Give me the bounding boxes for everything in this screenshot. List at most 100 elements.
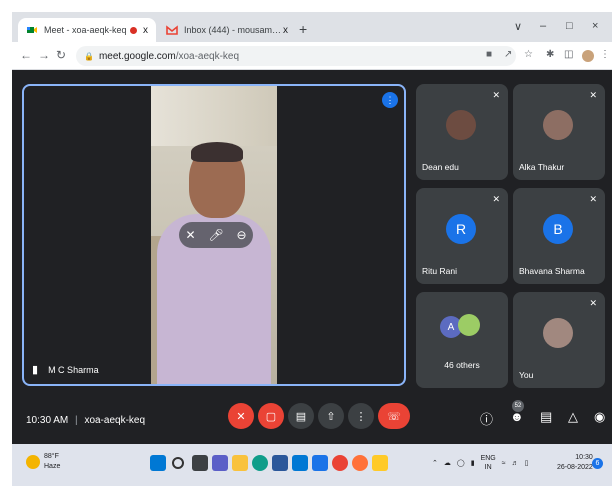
meeting-details-icon[interactable]: ⓘ <box>480 409 493 428</box>
tab-meet[interactable]: Meet - xoa-aeqk-keq x <box>18 18 156 42</box>
mute-participant-icon[interactable]: ✕ <box>185 228 195 242</box>
search-icon[interactable] <box>172 457 184 469</box>
forward-icon[interactable]: → <box>38 48 50 62</box>
wifi-icon[interactable]: ≈ <box>502 460 506 467</box>
mic-icon[interactable]: 🎤︎ <box>208 228 223 242</box>
browser-toolbar: ← → ↻ 🔒 meet.google.com/xoa-aeqk-keq ■ ↗… <box>12 42 612 70</box>
clock-time: 10:30 <box>575 454 593 461</box>
meeting-code: xoa-aeqk-keq <box>84 415 146 426</box>
others-tile[interactable]: A 46 others <box>416 292 508 388</box>
extensions-icon[interactable]: ✱ <box>546 49 554 60</box>
muted-icon: ✕ <box>492 194 500 204</box>
end-call-button[interactable]: ☏ <box>378 403 410 429</box>
weather-icon <box>26 455 40 469</box>
gmail-favicon-icon <box>166 25 178 35</box>
muted-icon: ✕ <box>589 194 597 204</box>
avatar <box>543 318 573 348</box>
edge-icon[interactable] <box>252 455 268 471</box>
battery-icon[interactable]: ▯ <box>525 459 529 467</box>
participant-name: Alka Thakur <box>519 162 565 172</box>
tab-title: Meet - xoa-aeqk-keq <box>44 25 127 35</box>
main-speaker-tile[interactable]: ✕ 🎤︎ ⊖ ⋮ ▮ M C Sharma <box>22 84 406 386</box>
muted-icon: ✕ <box>492 90 500 100</box>
mic-tray-icon[interactable]: ▮ <box>471 459 475 467</box>
tile-hover-controls: ✕ 🎤︎ ⊖ <box>179 222 253 248</box>
language-indicator[interactable]: ENG IN <box>481 454 496 472</box>
mail-icon[interactable] <box>292 455 308 471</box>
lang-top: ENG <box>480 455 496 462</box>
file-explorer-icon[interactable] <box>232 455 248 471</box>
task-view-icon[interactable] <box>192 455 208 471</box>
speaker-label: ▮ M C Sharma <box>32 363 99 376</box>
url-host: meet.google.com <box>98 50 176 62</box>
weather-temp: 88°F <box>44 453 59 460</box>
tab-gmail[interactable]: Inbox (444) - mousamiinbox@gm x <box>158 18 296 42</box>
url-path: /xoa-aeqk-keq <box>175 50 240 62</box>
speaking-indicator-icon: ⋮ <box>382 92 398 108</box>
reload-icon[interactable]: ↻ <box>56 48 66 62</box>
meeting-info: 10:30 AM | xoa-aeqk-keq <box>26 415 145 426</box>
tab-search-icon[interactable]: ∨ <box>514 20 522 33</box>
captions-button[interactable]: ▤ <box>288 403 314 429</box>
activities-icon[interactable]: △ <box>568 409 578 425</box>
mic-off-button[interactable]: ✕ <box>228 403 254 429</box>
remove-icon[interactable]: ⊖ <box>236 228 246 242</box>
separator: | <box>75 415 78 426</box>
app-icon[interactable] <box>312 455 328 471</box>
chat-app-icon[interactable] <box>212 455 228 471</box>
new-tab-button[interactable]: + <box>299 21 307 37</box>
camera-indicator-icon[interactable]: ■ <box>486 49 492 60</box>
weather-widget[interactable]: 88°F Haze <box>26 452 60 472</box>
clock-date: 26-08-2022 <box>557 464 593 471</box>
people-count-badge: 52 <box>512 400 524 412</box>
participant-name: You <box>519 370 534 380</box>
pin-icon: ▮ <box>32 364 39 376</box>
cloud-icon[interactable]: ☁ <box>444 459 451 467</box>
video-background <box>151 86 277 146</box>
minimize-icon[interactable]: – <box>540 20 546 32</box>
participant-name: Bhavana Sharma <box>519 266 585 276</box>
address-bar[interactable]: 🔒 meet.google.com/xoa-aeqk-keq <box>76 46 516 66</box>
more-options-button[interactable]: ⋮ <box>348 403 374 429</box>
participant-tile[interactable]: ✕ Alka Thakur <box>513 84 605 180</box>
muted-icon: ✕ <box>589 90 597 100</box>
share-icon[interactable]: ↗ <box>504 49 512 60</box>
lock-icon: 🔒 <box>84 51 94 61</box>
participant-tile[interactable]: ✕ R Ritu Rani <box>416 188 508 284</box>
screen: Meet - xoa-aeqk-keq x Inbox (444) - mous… <box>12 12 612 486</box>
close-tab-icon[interactable]: x <box>143 25 148 36</box>
maximize-icon[interactable]: □ <box>566 20 573 32</box>
chat-icon[interactable]: ▤ <box>540 409 552 425</box>
store-icon[interactable] <box>272 455 288 471</box>
system-clock[interactable]: 10:30 26-08-2022 <box>557 453 593 473</box>
avatar <box>458 314 480 336</box>
chevron-up-icon[interactable]: ⌃ <box>432 459 438 467</box>
tab-title: Inbox (444) - mousamiinbox@gm <box>184 25 283 35</box>
close-window-icon[interactable]: × <box>592 20 598 32</box>
tab-strip: Meet - xoa-aeqk-keq x Inbox (444) - mous… <box>12 12 612 42</box>
bookmark-star-icon[interactable]: ☆ <box>524 49 533 60</box>
back-icon[interactable]: ← <box>20 48 32 62</box>
participant-tile[interactable]: ✕ B Bhavana Sharma <box>513 188 605 284</box>
host-controls-icon[interactable]: ◉ <box>594 409 605 425</box>
others-count: 46 others <box>444 360 480 370</box>
camera-off-button[interactable]: ▢ <box>258 403 284 429</box>
firefox-icon[interactable] <box>352 455 368 471</box>
menu-icon[interactable]: ⋮ <box>600 49 610 60</box>
start-icon[interactable] <box>150 455 166 471</box>
participant-name: Dean edu <box>422 162 459 172</box>
present-button[interactable]: ⇧ <box>318 403 344 429</box>
close-tab-icon[interactable]: x <box>283 25 288 36</box>
meeting-time: 10:30 AM <box>26 415 69 426</box>
participant-tile[interactable]: ✕ Dean edu <box>416 84 508 180</box>
vlc-icon[interactable] <box>372 455 388 471</box>
muted-icon: ✕ <box>589 298 597 308</box>
side-panel-icon[interactable]: ◫ <box>564 49 573 60</box>
shield-icon[interactable]: ◯ <box>457 459 465 467</box>
profile-avatar[interactable] <box>582 50 594 62</box>
volume-icon[interactable]: ♬ <box>512 460 519 467</box>
notification-badge[interactable]: 6 <box>592 458 603 469</box>
self-tile[interactable]: ✕ You <box>513 292 605 388</box>
recording-icon <box>130 26 137 34</box>
chrome-icon[interactable] <box>332 455 348 471</box>
